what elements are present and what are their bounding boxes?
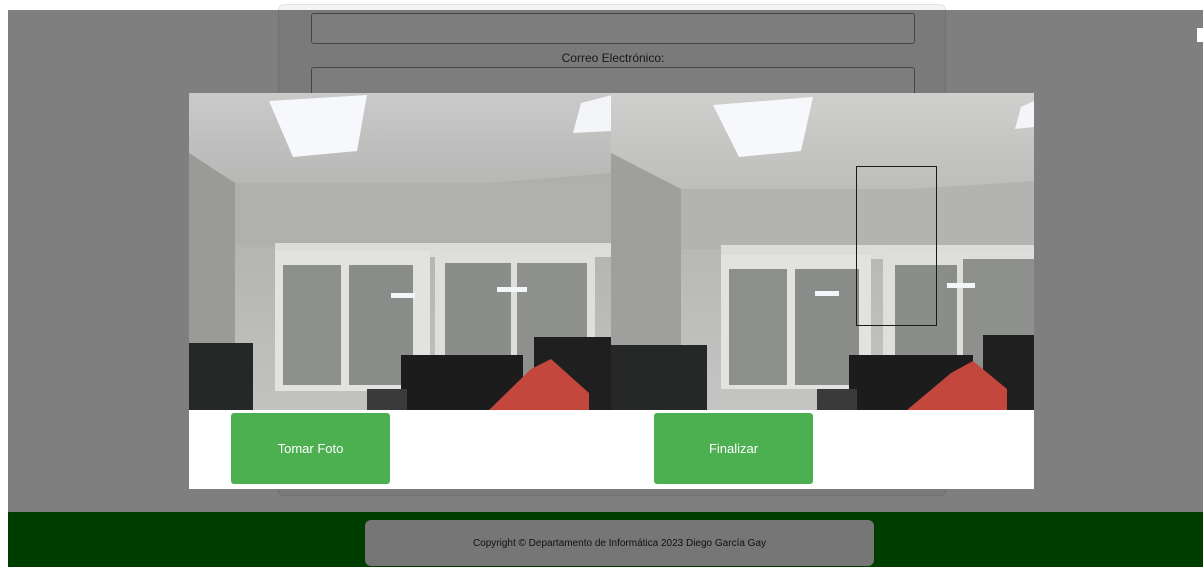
- camera-video-feed: [189, 93, 612, 410]
- scrollbar-edge: [1197, 28, 1203, 42]
- camera-modal: Tomar Foto Finalizar: [189, 93, 1034, 489]
- finish-button[interactable]: Finalizar: [654, 413, 813, 484]
- captured-photo-canvas: [611, 93, 1034, 410]
- face-detection-box: [856, 166, 937, 326]
- take-photo-button[interactable]: Tomar Foto: [231, 413, 390, 484]
